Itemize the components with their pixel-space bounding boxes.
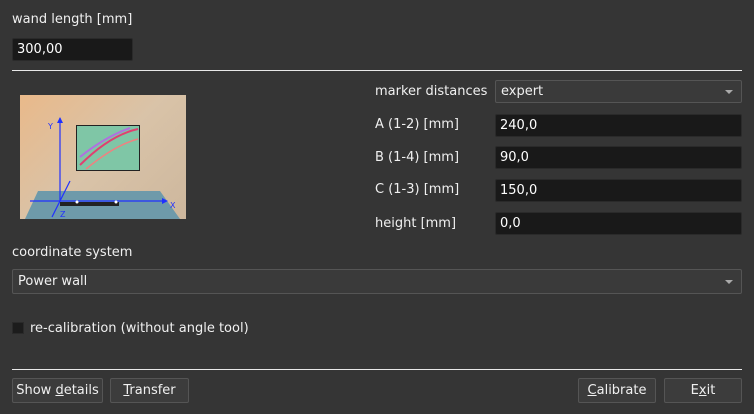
recalibration-label[interactable]: re-calibration (without angle tool) <box>30 321 249 337</box>
show-details-button[interactable]: Show details <box>12 378 103 403</box>
coordinate-system-label: coordinate system <box>12 245 133 260</box>
axis-x-label: X <box>170 201 176 210</box>
field-b-input[interactable]: 90,0 <box>495 146 742 169</box>
marker-distances-label: marker distances <box>375 84 488 99</box>
calibrate-button[interactable]: Calibrate <box>578 378 656 403</box>
coordinate-system-value: Power wall <box>18 274 88 289</box>
calibration-illustration: Y X Z <box>20 95 186 219</box>
separator <box>12 369 742 370</box>
transfer-button[interactable]: Transfer <box>110 378 189 403</box>
field-c-input[interactable]: 150,0 <box>495 179 742 202</box>
exit-button[interactable]: Exit <box>664 378 742 403</box>
chevron-down-icon <box>725 280 733 284</box>
wand-length-label: wand length [mm] <box>12 12 133 27</box>
wand-length-input[interactable]: 300,00 <box>12 38 133 61</box>
height-input[interactable]: 0,0 <box>495 212 742 235</box>
field-b-label: B (1-4) [mm] <box>375 150 460 165</box>
field-a-input[interactable]: 240,0 <box>495 114 742 137</box>
field-a-label: A (1-2) [mm] <box>375 117 460 132</box>
axis-y-label: Y <box>47 122 53 131</box>
height-label: height [mm] <box>375 216 457 231</box>
chevron-down-icon <box>725 90 733 94</box>
coordinate-system-dropdown[interactable]: Power wall <box>12 269 742 294</box>
marker-distances-dropdown[interactable]: expert <box>495 80 742 103</box>
field-c-label: C (1-3) [mm] <box>375 182 460 197</box>
axis-z-label: Z <box>60 210 66 219</box>
recalibration-checkbox[interactable] <box>12 322 24 334</box>
separator <box>12 70 742 71</box>
marker-distances-value: expert <box>501 84 544 99</box>
